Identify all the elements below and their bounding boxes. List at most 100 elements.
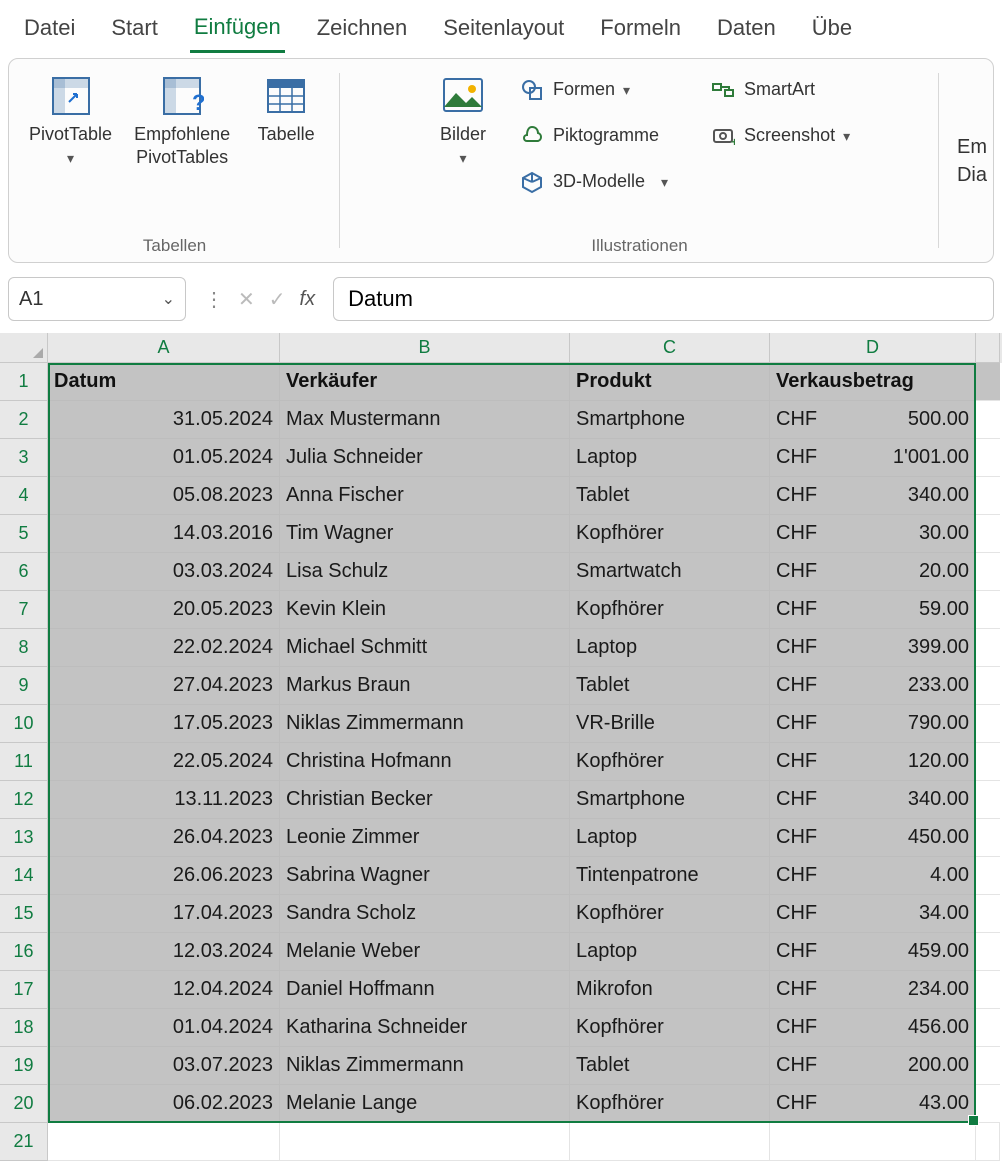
cell[interactable]	[570, 1123, 770, 1161]
cell-amount[interactable]: CHF34.00	[770, 895, 976, 933]
cell[interactable]	[976, 971, 1000, 1009]
cell[interactable]	[976, 857, 1000, 895]
cell-date[interactable]: 12.04.2024	[48, 971, 280, 1009]
enter-icon[interactable]: ✓	[269, 287, 286, 312]
3d-models-button[interactable]: 3D-Modelle ▾	[513, 163, 674, 201]
cell-amount[interactable]: CHF20.00	[770, 553, 976, 591]
cell-seller[interactable]: Markus Braun	[280, 667, 570, 705]
cell-amount[interactable]: CHF790.00	[770, 705, 976, 743]
recommended-pivottables-button[interactable]: ? Empfohlene PivotTables	[128, 69, 236, 172]
menu-tab-daten[interactable]: Daten	[713, 9, 780, 51]
cell-seller[interactable]: Anna Fischer	[280, 477, 570, 515]
menu-tab-einfügen[interactable]: Einfügen	[190, 8, 285, 53]
cell-seller[interactable]: Max Mustermann	[280, 401, 570, 439]
cell-seller[interactable]: Christina Hofmann	[280, 743, 570, 781]
cell-amount[interactable]: CHF1'001.00	[770, 439, 976, 477]
cell-date[interactable]: 31.05.2024	[48, 401, 280, 439]
cell-product[interactable]: Laptop	[570, 629, 770, 667]
cell-product[interactable]: Laptop	[570, 933, 770, 971]
cell[interactable]	[976, 591, 1000, 629]
cell-seller[interactable]: Christian Becker	[280, 781, 570, 819]
menu-tab-zeichnen[interactable]: Zeichnen	[313, 9, 412, 51]
cell-seller[interactable]: Daniel Hoffmann	[280, 971, 570, 1009]
cell-amount[interactable]: CHF59.00	[770, 591, 976, 629]
cell-seller[interactable]: Leonie Zimmer	[280, 819, 570, 857]
cell-amount[interactable]: CHF233.00	[770, 667, 976, 705]
cell-date[interactable]: 20.05.2023	[48, 591, 280, 629]
cell[interactable]	[770, 1123, 976, 1161]
pivottable-button[interactable]: PivotTable ▾	[23, 69, 118, 171]
cell-amount[interactable]: CHF234.00	[770, 971, 976, 1009]
row-header[interactable]: 6	[0, 553, 48, 591]
cell-seller[interactable]: Melanie Lange	[280, 1085, 570, 1123]
row-header[interactable]: 7	[0, 591, 48, 629]
cell-amount[interactable]: CHF459.00	[770, 933, 976, 971]
cell[interactable]	[976, 819, 1000, 857]
cell-product[interactable]: Laptop	[570, 439, 770, 477]
cell-product[interactable]: Smartphone	[570, 401, 770, 439]
col-header-C[interactable]: C	[570, 333, 770, 363]
row-header[interactable]: 8	[0, 629, 48, 667]
cell-seller[interactable]: Michael Schmitt	[280, 629, 570, 667]
cell-date[interactable]: 06.02.2023	[48, 1085, 280, 1123]
cell-product[interactable]: Kopfhörer	[570, 515, 770, 553]
fx-icon[interactable]: fx	[300, 288, 316, 311]
cell-seller[interactable]: Katharina Schneider	[280, 1009, 570, 1047]
cell-date[interactable]: 27.04.2023	[48, 667, 280, 705]
more-icon[interactable]: ⋮	[204, 287, 224, 312]
smartart-button[interactable]: SmartArt	[704, 71, 856, 109]
screenshot-button[interactable]: + Screenshot ▾	[704, 117, 856, 155]
cell[interactable]	[976, 515, 1000, 553]
cell-seller[interactable]: Kevin Klein	[280, 591, 570, 629]
cell-amount[interactable]: CHF200.00	[770, 1047, 976, 1085]
header-cell[interactable]: Datum	[48, 363, 280, 401]
header-cell[interactable]: Verkausbetrag	[770, 363, 976, 401]
row-header[interactable]: 3	[0, 439, 48, 477]
cell-date[interactable]: 26.04.2023	[48, 819, 280, 857]
cells-area[interactable]: DatumVerkäuferProduktVerkausbetrag 31.05.…	[48, 363, 1000, 1161]
cell[interactable]	[976, 933, 1000, 971]
row-header[interactable]: 18	[0, 1009, 48, 1047]
cell-amount[interactable]: CHF340.00	[770, 781, 976, 819]
cell-seller[interactable]: Tim Wagner	[280, 515, 570, 553]
row-header[interactable]: 14	[0, 857, 48, 895]
cell-date[interactable]: 26.06.2023	[48, 857, 280, 895]
header-cell[interactable]: Produkt	[570, 363, 770, 401]
cell-product[interactable]: Kopfhörer	[570, 591, 770, 629]
cell-amount[interactable]: CHF4.00	[770, 857, 976, 895]
menu-tab-übe[interactable]: Übe	[808, 9, 856, 51]
cell[interactable]	[48, 1123, 280, 1161]
cell-date[interactable]: 03.07.2023	[48, 1047, 280, 1085]
cell-date[interactable]: 01.05.2024	[48, 439, 280, 477]
cell-amount[interactable]: CHF500.00	[770, 401, 976, 439]
header-cell[interactable]: Verkäufer	[280, 363, 570, 401]
cell-product[interactable]: Laptop	[570, 819, 770, 857]
row-header[interactable]: 4	[0, 477, 48, 515]
row-header[interactable]: 20	[0, 1085, 48, 1123]
cell-date[interactable]: 05.08.2023	[48, 477, 280, 515]
cell-amount[interactable]: CHF30.00	[770, 515, 976, 553]
cell-product[interactable]: Tablet	[570, 1047, 770, 1085]
cell-product[interactable]: Kopfhörer	[570, 895, 770, 933]
cell-product[interactable]: Smartphone	[570, 781, 770, 819]
cell[interactable]	[976, 1085, 1000, 1123]
cell[interactable]	[976, 477, 1000, 515]
cell-date[interactable]: 22.05.2024	[48, 743, 280, 781]
cell-date[interactable]: 03.03.2024	[48, 553, 280, 591]
cell[interactable]	[976, 629, 1000, 667]
cell-seller[interactable]: Lisa Schulz	[280, 553, 570, 591]
col-header-E[interactable]	[976, 333, 1000, 363]
col-header-B[interactable]: B	[280, 333, 570, 363]
row-header[interactable]: 2	[0, 401, 48, 439]
cell-date[interactable]: 17.04.2023	[48, 895, 280, 933]
cell-product[interactable]: Tablet	[570, 667, 770, 705]
cell[interactable]	[976, 1047, 1000, 1085]
cell[interactable]	[976, 1009, 1000, 1047]
cell-date[interactable]: 22.02.2024	[48, 629, 280, 667]
cell[interactable]	[976, 401, 1000, 439]
row-header[interactable]: 15	[0, 895, 48, 933]
col-header-A[interactable]: A	[48, 333, 280, 363]
row-header[interactable]: 11	[0, 743, 48, 781]
cell-seller[interactable]: Julia Schneider	[280, 439, 570, 477]
formula-input[interactable]	[333, 277, 994, 321]
